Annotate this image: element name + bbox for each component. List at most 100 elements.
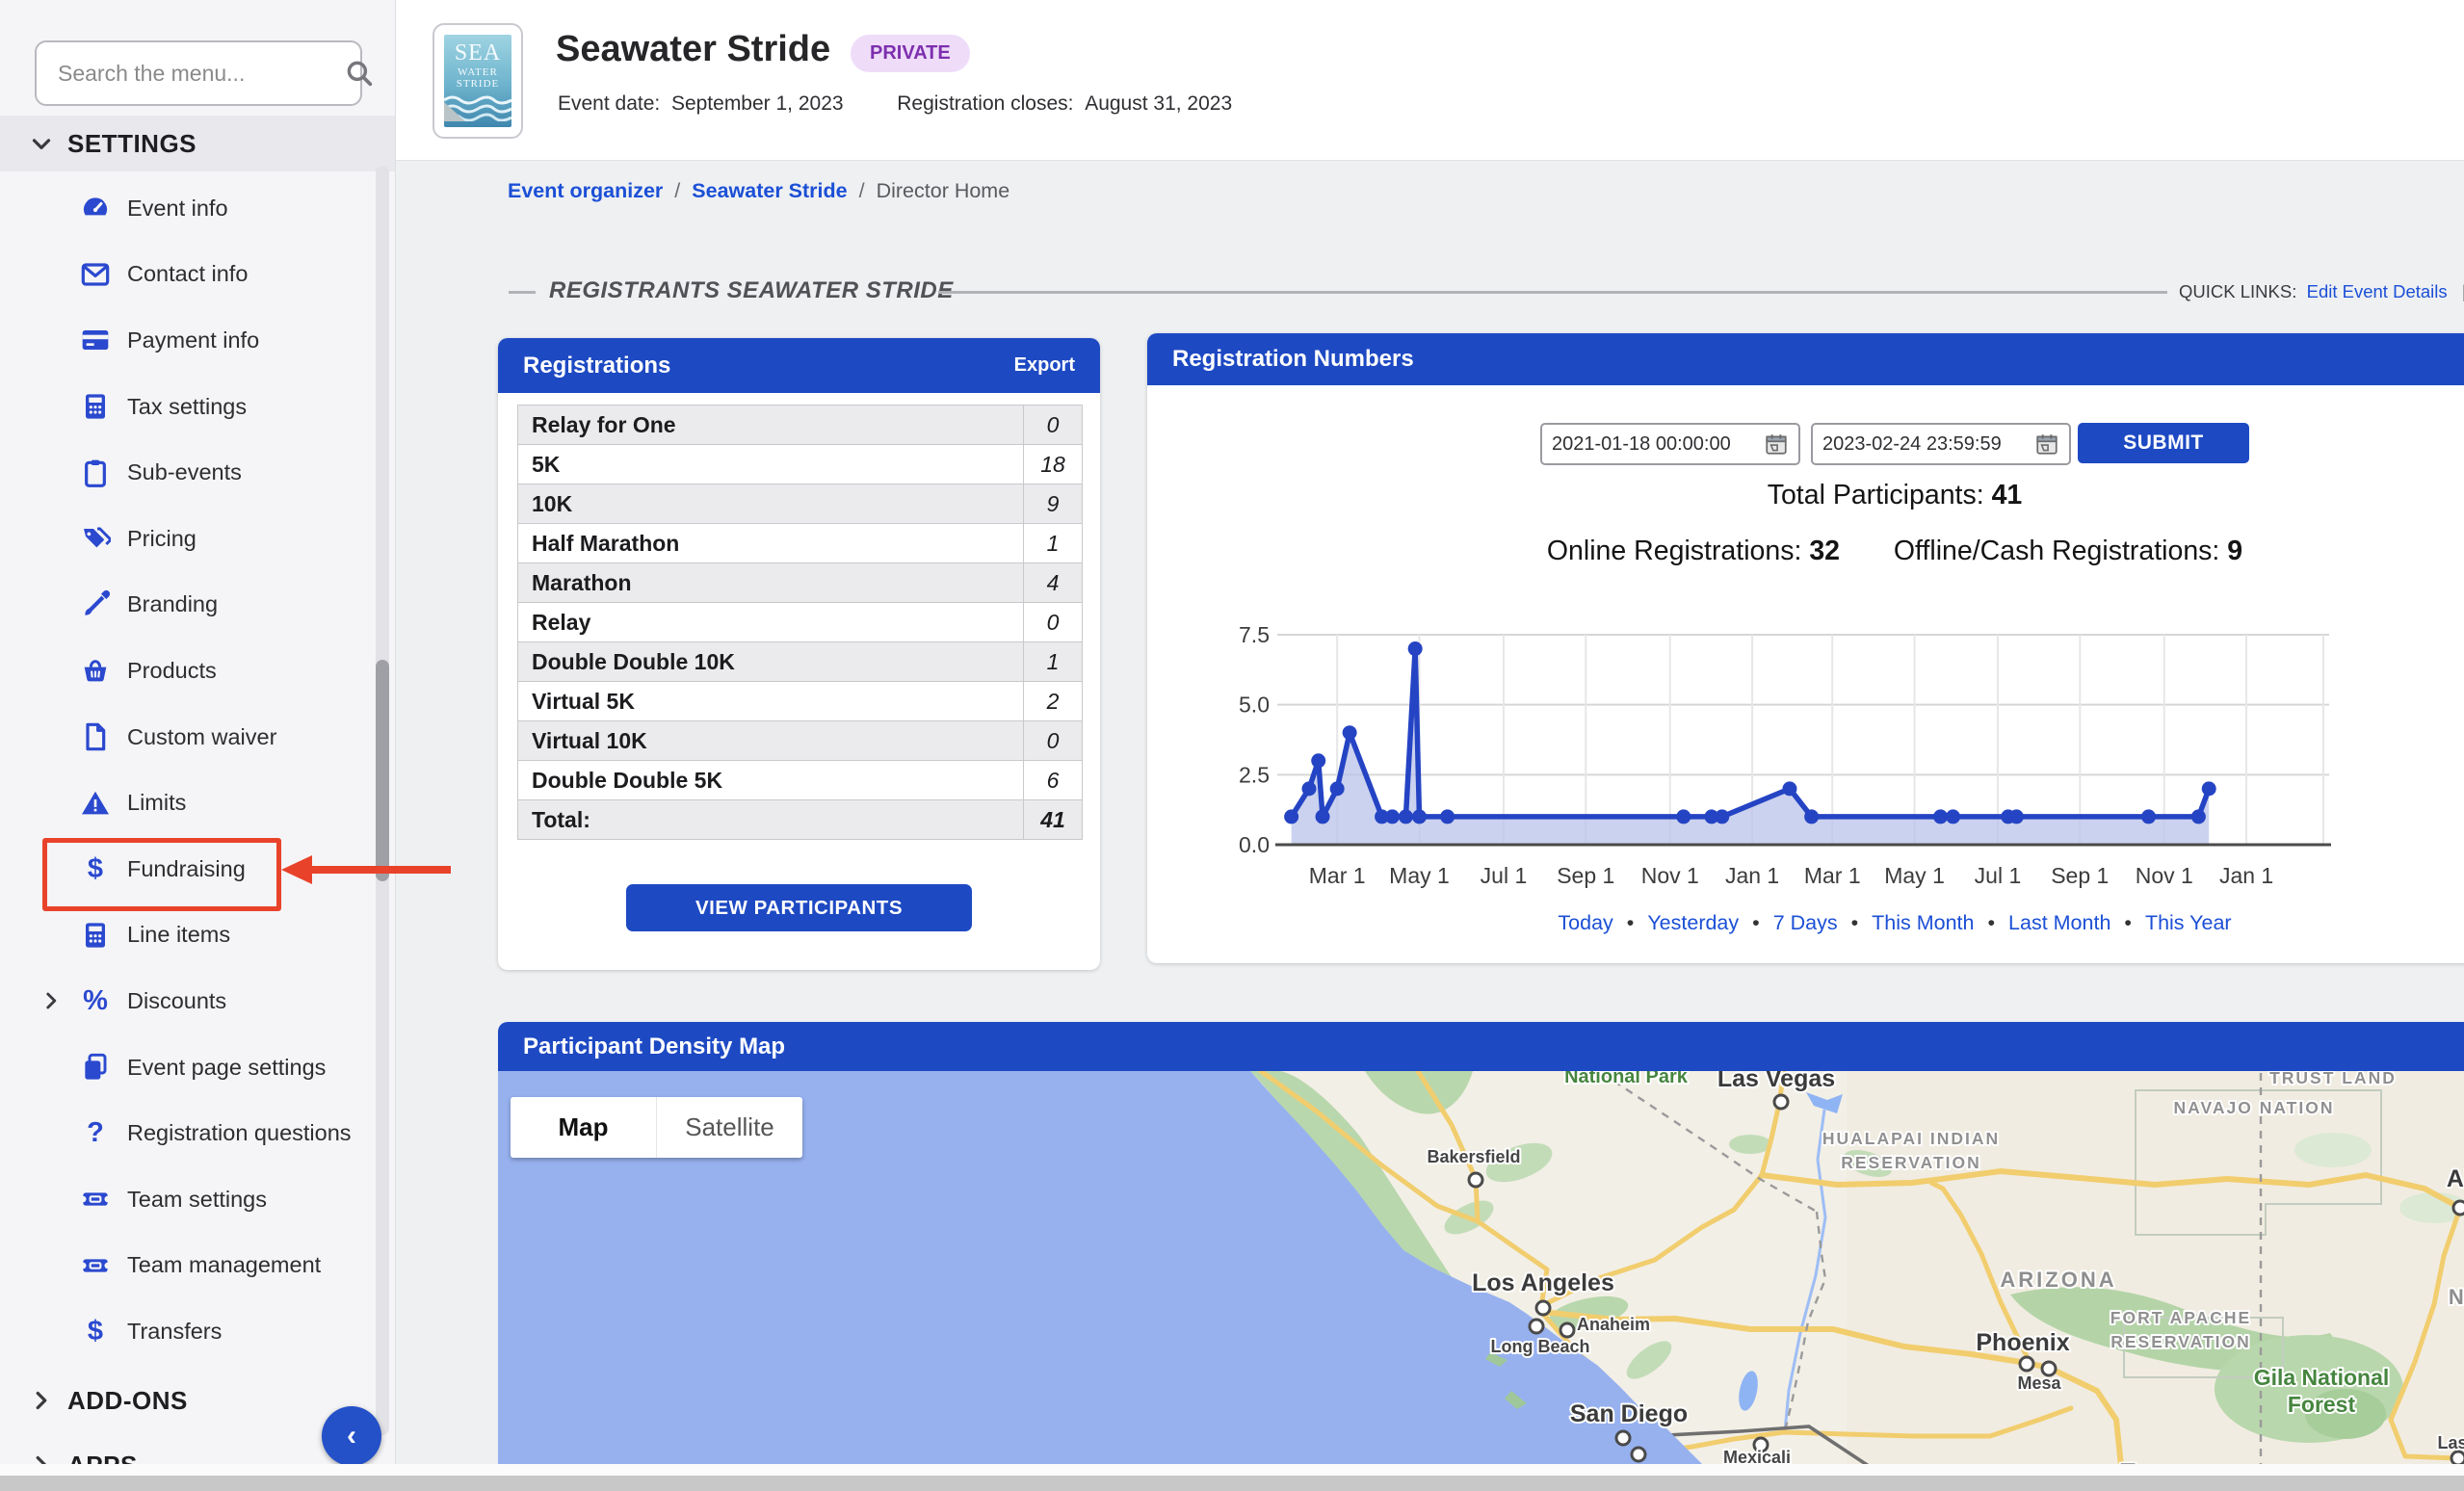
registrations-table: Relay for One 05K 1810K 9Half Marathon 1… bbox=[517, 405, 1083, 840]
map-label: Las Cruces bbox=[2437, 1433, 2464, 1452]
private-badge: PRIVATE bbox=[851, 35, 970, 72]
bullet-separator: • bbox=[1613, 911, 1648, 934]
registrations-title: Registrations bbox=[523, 353, 670, 379]
map-label: Mesa bbox=[2017, 1373, 2061, 1393]
map-label: NEW MEXICO bbox=[2449, 1285, 2464, 1309]
sidebar-item-sub-events[interactable]: Sub-events bbox=[0, 439, 395, 506]
range-link-this-year[interactable]: This Year bbox=[2145, 911, 2232, 934]
date-from-field[interactable] bbox=[1540, 423, 1800, 465]
sidebar-item-label: Tax settings bbox=[127, 394, 247, 420]
registrations-chart: 0.02.55.07.5Mar 1May 1Jul 1Sep 1Nov 1Jan… bbox=[1233, 609, 2370, 927]
export-button[interactable]: Export bbox=[1014, 354, 1075, 377]
sidebar-item-discounts[interactable]: %Discounts bbox=[0, 968, 395, 1034]
map-label: Los Angeles bbox=[1472, 1269, 1614, 1296]
sidebar-item-event-info[interactable]: Event info bbox=[0, 175, 395, 242]
sidebar-item-contact-info[interactable]: Contact info bbox=[0, 242, 395, 308]
breadcrumb-seawater-stride[interactable]: Seawater Stride bbox=[692, 179, 847, 202]
range-link-yesterday[interactable]: Yesterday bbox=[1647, 911, 1739, 934]
svg-text:2.5: 2.5 bbox=[1239, 762, 1270, 787]
range-link-this-month[interactable]: This Month bbox=[1872, 911, 1974, 934]
bullet-separator: • bbox=[2110, 911, 2145, 934]
satellite-button[interactable]: Satellite bbox=[657, 1097, 802, 1158]
range-link-today[interactable]: Today bbox=[1558, 911, 1612, 934]
breadcrumb: Event organizer/Seawater Stride/Director… bbox=[508, 179, 1009, 203]
sidebar-item-tax-settings[interactable]: Tax settings bbox=[0, 374, 395, 440]
table-row: Virtual 5K 2 bbox=[518, 682, 1082, 721]
chevron-down-icon bbox=[27, 129, 56, 158]
sidebar-item-team-management[interactable]: Team management bbox=[0, 1233, 395, 1299]
map-label: San Diego bbox=[1570, 1400, 1688, 1427]
view-participants-button[interactable]: VIEW PARTICIPANTS bbox=[626, 884, 972, 931]
row-value: 41 bbox=[1024, 800, 1082, 839]
sidebar-item-pricing[interactable]: Pricing bbox=[0, 506, 395, 572]
sidebar-item-label: Products bbox=[127, 658, 217, 684]
total-participants: Total Participants: 41 bbox=[1147, 480, 2464, 511]
row-value: 1 bbox=[1024, 642, 1082, 681]
date-to-input[interactable] bbox=[1813, 432, 2034, 457]
map-canvas[interactable]: Map Satellite bbox=[498, 1071, 2464, 1472]
row-value: 0 bbox=[1024, 405, 1082, 444]
sidebar-collapse-button[interactable]: ‹ bbox=[322, 1406, 381, 1466]
svg-text:Nov 1: Nov 1 bbox=[1641, 863, 1699, 888]
table-row: Double Double 5K 6 bbox=[518, 761, 1082, 800]
edit-event-details-link[interactable]: Edit Event Details bbox=[2307, 281, 2448, 301]
basket-icon bbox=[79, 654, 112, 687]
map-label: ARIZONA bbox=[2000, 1268, 2116, 1292]
map-button[interactable]: Map bbox=[511, 1097, 657, 1158]
row-value: 0 bbox=[1024, 721, 1082, 760]
table-row: Relay for One 0 bbox=[518, 405, 1082, 445]
table-row: Virtual 10K 0 bbox=[518, 721, 1082, 761]
reg-close-label: Registration closes: bbox=[897, 92, 1073, 115]
calendar-icon[interactable] bbox=[2034, 432, 2059, 457]
date-to-field[interactable] bbox=[1811, 423, 2071, 465]
row-value: 2 bbox=[1024, 682, 1082, 720]
map-label: Las Vegas bbox=[1717, 1071, 1835, 1092]
sidebar-item-transfers[interactable]: $Transfers bbox=[0, 1298, 395, 1365]
calendar-icon[interactable] bbox=[1764, 432, 1789, 457]
range-link-last-month[interactable]: Last Month bbox=[2008, 911, 2110, 934]
city-marker bbox=[1536, 1301, 1550, 1315]
map-card-header: Participant Density Map bbox=[498, 1022, 2464, 1071]
settings-sidebar: SETTINGS Event info Contact info Payment i… bbox=[0, 0, 396, 1491]
sidebar-item-branding[interactable]: Branding bbox=[0, 572, 395, 639]
sidebar-scrollbar-thumb[interactable] bbox=[376, 660, 389, 881]
sidebar-item-event-page-settings[interactable]: Event page settings bbox=[0, 1034, 395, 1101]
envelope-icon bbox=[79, 258, 112, 291]
sidebar-item-label: Pricing bbox=[127, 526, 197, 552]
gauge-icon bbox=[79, 192, 112, 224]
sidebar-item-limits[interactable]: Limits bbox=[0, 770, 395, 836]
section-label: SETTINGS bbox=[67, 129, 197, 159]
menu-search-box[interactable] bbox=[35, 40, 362, 106]
page-title: Seawater Stride bbox=[556, 29, 830, 70]
sidebar-item-line-items[interactable]: Line items bbox=[0, 902, 395, 969]
breadcrumb-event-organizer[interactable]: Event organizer bbox=[508, 179, 663, 202]
map-title: Participant Density Map bbox=[523, 1033, 785, 1060]
svg-text:0.0: 0.0 bbox=[1239, 832, 1270, 857]
sidebar-item-label: Contact info bbox=[127, 261, 248, 287]
date-from-input[interactable] bbox=[1542, 432, 1764, 457]
sidebar-item-products[interactable]: Products bbox=[0, 638, 395, 704]
credit-card-icon bbox=[79, 324, 112, 356]
search-input[interactable] bbox=[37, 61, 343, 87]
row-value: 4 bbox=[1024, 563, 1082, 602]
city-marker bbox=[2453, 1201, 2464, 1215]
svg-text:Mar 1: Mar 1 bbox=[1309, 863, 1366, 888]
logo-line: SEA bbox=[455, 40, 501, 66]
table-row: Half Marathon 1 bbox=[518, 524, 1082, 563]
participant-density-map-card: Participant Density Map Map Satellite bbox=[498, 1022, 2464, 1472]
sidebar-item-payment-info[interactable]: Payment info bbox=[0, 307, 395, 374]
svg-text:Sep 1: Sep 1 bbox=[1557, 863, 1614, 888]
search-icon bbox=[343, 57, 376, 90]
map-label: NAVAJO NATION bbox=[2174, 1098, 2335, 1117]
calculator-icon bbox=[79, 390, 112, 423]
range-link-7-days[interactable]: 7 Days bbox=[1773, 911, 1838, 934]
row-label: 10K bbox=[518, 484, 1024, 523]
city-marker bbox=[1774, 1095, 1788, 1109]
sidebar-item-team-settings[interactable]: Team settings bbox=[0, 1166, 395, 1233]
sidebar-item-registration-questions[interactable]: ?Registration questions bbox=[0, 1100, 395, 1166]
event-header: SEA WATER STRIDE Seawater Stride PRIVATE… bbox=[396, 0, 2464, 161]
sidebar-item-custom-waiver[interactable]: Custom waiver bbox=[0, 704, 395, 771]
submit-button[interactable]: SUBMIT bbox=[2078, 423, 2249, 463]
sidebar-section-settings[interactable]: SETTINGS bbox=[0, 116, 395, 171]
quick-links: QUICK LINKS: Edit Event Details |Co bbox=[2179, 281, 2464, 302]
